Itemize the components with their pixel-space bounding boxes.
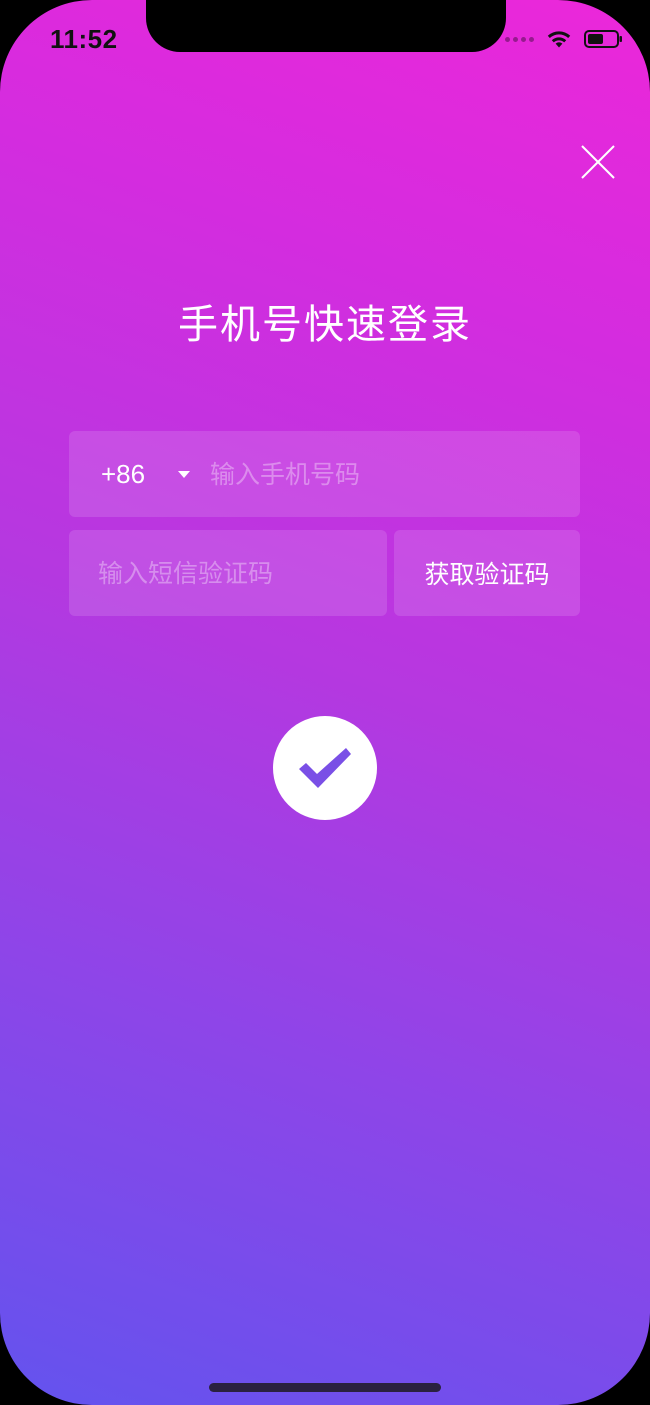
- home-indicator[interactable]: [209, 1383, 441, 1392]
- caret-down-icon[interactable]: [178, 471, 190, 478]
- sms-code-field: [69, 530, 387, 616]
- close-icon: [581, 145, 615, 179]
- device-notch: [146, 0, 506, 52]
- sms-code-input[interactable]: [98, 530, 368, 616]
- phone-number-field: +86: [69, 431, 580, 517]
- phone-number-input[interactable]: [210, 431, 560, 517]
- get-code-button[interactable]: 获取验证码: [394, 530, 580, 616]
- country-code-selector[interactable]: +86: [101, 431, 145, 517]
- battery-icon: [584, 30, 622, 48]
- confirm-login-button[interactable]: [273, 716, 377, 820]
- status-time: 11:52: [50, 24, 118, 54]
- close-button[interactable]: [580, 144, 616, 180]
- login-screen: 11:52 手机号快速登录 +86 获取验证码: [0, 0, 650, 1405]
- status-icons: [505, 26, 624, 52]
- page-title: 手机号快速登录: [178, 302, 472, 348]
- wifi-icon: [547, 31, 571, 48]
- cellular-signal-icon: [505, 36, 534, 42]
- checkmark-icon: [299, 748, 351, 788]
